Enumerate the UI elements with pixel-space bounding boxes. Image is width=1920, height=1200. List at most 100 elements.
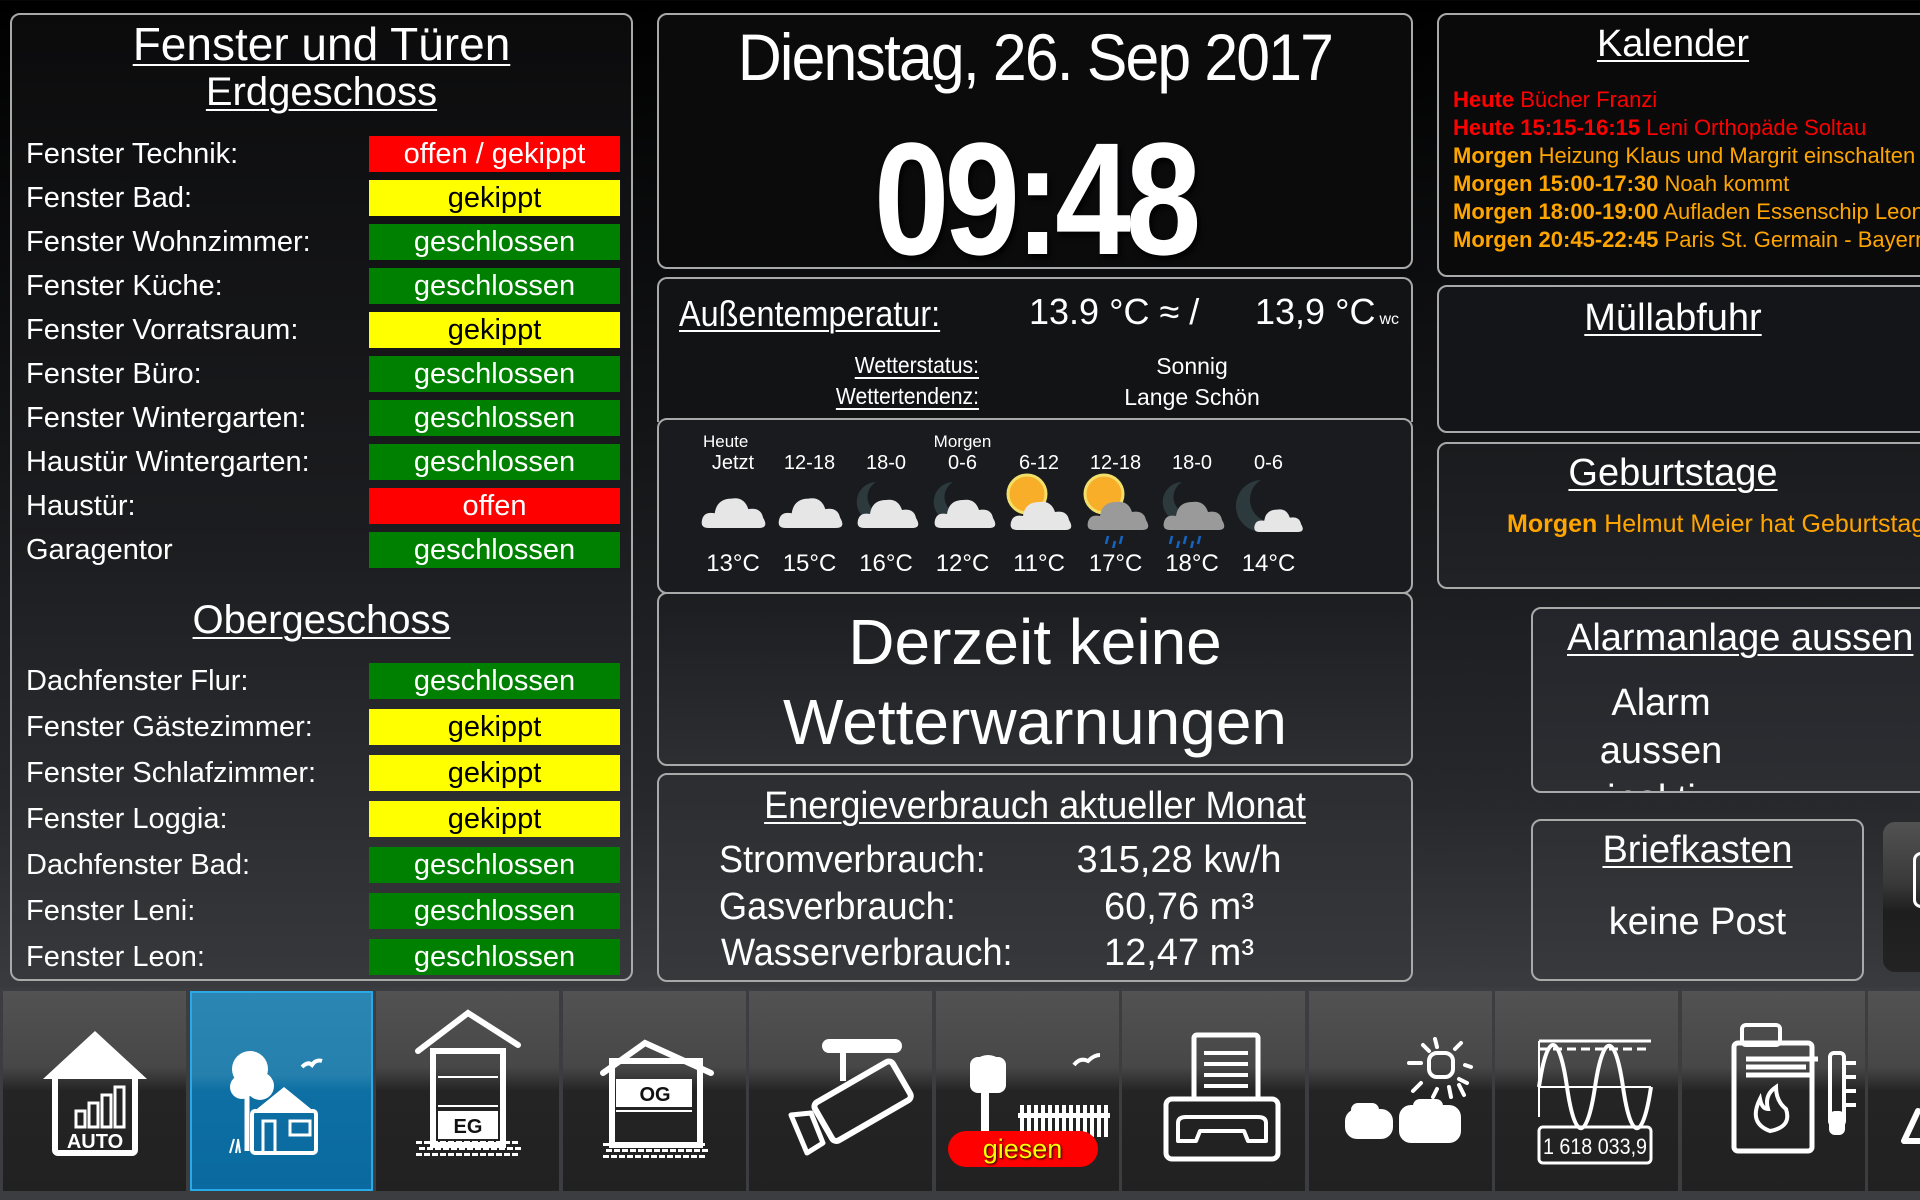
forecast-item: Heute Jetzt 13°C [695,420,771,590]
calendar-entry[interactable]: Morgen 18:00-19:00 Aufladen Essenschip L… [1453,199,1920,225]
ground-floor-heading: Erdgeschoss [205,70,438,114]
toolbar-button-weather[interactable] [1308,991,1492,1191]
window-status-badge: geschlossen [369,847,620,883]
birthday-text: Helmut Meier hat Geburtstag [1604,510,1920,538]
forecast-item: 18-0 18°C [1154,420,1230,590]
window-status-badge: gekippt [369,801,620,837]
weather-warning-panel: Derzeit keine Wetterwarnungen [657,592,1413,766]
sun-rain-cloud-icon [1078,472,1154,550]
forecast-day: Heute [703,432,749,451]
calendar-entry-when: Morgen 20:45-22:45 [1453,227,1659,252]
birthdays-panel: Geburtstage Morgen Helmut Meier hat Gebu… [1437,442,1920,589]
warning-line-1: Derzeit keine [848,606,1222,678]
window-label: Fenster Küche: [26,270,223,302]
weather-status-value: Sonnig [1156,353,1228,379]
window-status-badge: geschlossen [369,893,620,929]
toolbar-button-warning[interactable] [1868,991,1920,1191]
windchill-value: 13,9 °C [1255,291,1376,332]
gas-value: 60,76 m³ [1104,886,1254,928]
calendar-entry-when: Morgen [1453,143,1533,168]
toolbar-button-ground-floor[interactable]: EG [376,991,559,1191]
calendar-entry-when: Morgen 15:00-17:30 [1453,171,1659,196]
calendar-entry-when: Heute 15:15-16:15 [1453,115,1641,140]
calendar-title: Kalender [1596,23,1750,65]
forecast-temp: 16°C [859,550,913,577]
side-action-button[interactable] [1883,822,1920,972]
windows-doors-panel: Fenster und Türen Erdgeschoss Fenster Te… [10,13,633,981]
calendar-entry-text: Bücher Franzi [1520,87,1658,112]
outdoor-temperature-panel: Außentemperatur: 13.9 °C ≈ / 13,9 °C wc W… [657,277,1413,422]
window-row: Fenster Wohnzimmer: geschlossen [12,224,631,260]
sun-cloud-icon [1001,472,1077,548]
window-label: Fenster Schlafzimmer: [26,757,317,789]
calendar-entry-text: Paris St. Germain - Bayern [1664,227,1920,252]
cloud-icon [695,472,771,548]
window-label: Haustür Wintergarten: [26,446,310,478]
window-status-badge: offen / gekippt [369,136,620,172]
birthday-when: Morgen [1507,510,1598,538]
toolbar-button-heating[interactable] [1681,991,1865,1191]
current-time: 09:48 [873,109,1201,269]
forecast-temp: 17°C [1088,550,1143,577]
window-status-badge: geschlossen [369,663,620,699]
calendar-entry-text: Noah kommt [1664,171,1790,196]
window-label: Fenster Leon: [26,941,205,973]
energy-consumption-panel: Energieverbrauch aktueller Monat Stromve… [657,773,1413,982]
weather-forecast-panel[interactable]: Heute Jetzt 13°C 12-18 15°C 18-0 16°C Morgen 0-6… [657,418,1413,594]
eg-label: EG [454,1116,483,1138]
alarm-status: Alarm aussen inaktiv [1533,679,1871,791]
window-row: Fenster Büro: geschlossen [12,356,631,392]
window-label: Fenster Gästezimmer: [26,711,313,743]
alarm-title: Alarmanlage aussen [1567,617,1914,659]
gas-label: Gasverbrauch: [719,886,956,928]
toolbar-button-fax-phone[interactable] [1122,991,1305,1191]
forecast-temp: 11°C [1013,550,1065,577]
mailbox-status: keine Post [1608,901,1787,943]
window-label: Fenster Wintergarten: [26,402,307,434]
calendar-entry[interactable]: Heute 15:15-16:15 Leni Orthopäde Soltau [1453,115,1866,141]
calendar-entry-when: Morgen 18:00-19:00 [1453,199,1659,224]
window-row: Haustür Wintergarten: geschlossen [12,444,631,480]
forecast-item: 0-6 14°C [1231,420,1307,590]
warning-line-2: Wetterwarnungen [783,686,1287,758]
upper-floor-heading: Obergeschoss [192,598,451,642]
moon-cloud-icon [925,472,1001,548]
window-row: Fenster Vorratsraum: gekippt [12,312,631,348]
toolbar-button-upper-floor[interactable]: OG [562,991,746,1191]
window-status-badge: geschlossen [369,532,620,568]
window-label: Fenster Vorratsraum: [26,314,299,346]
navigation-toolbar: AUTO EG OG giesen 1 618 033,9 [0,988,1920,1200]
water-label: Wasserverbrauch: [721,932,1013,974]
button-glyph-icon [1913,852,1920,908]
auto-label: AUTO [67,1131,123,1153]
toolbar-button-camera[interactable] [749,991,932,1191]
birthday-entry: Morgen Helmut Meier hat Geburtstag [1507,510,1920,539]
water-value: 12,47 m³ [1104,932,1254,974]
outdoor-alarm-panel[interactable]: Alarmanlage aussen Alarm aussen inaktiv [1531,607,1920,793]
outdoor-temperature-label: Außentemperatur: [679,293,941,334]
window-row: Fenster Leni: geschlossen [12,893,631,929]
forecast-item: Morgen 0-6 12°C [925,420,1001,590]
window-row: Fenster Loggia: gekippt [12,801,631,837]
weather-trend-value: Lange Schön [1124,384,1260,410]
calendar-entry[interactable]: Morgen 20:45-22:45 Paris St. Germain - B… [1453,227,1920,253]
cloud-icon [772,472,848,548]
calendar-entry-text: Aufladen Essenschip Leon [1663,199,1920,224]
window-row: Fenster Bad: gekippt [12,180,631,216]
window-status-badge: geschlossen [369,400,620,436]
calendar-entry-text: Heizung Klaus und Margrit einschalten [1538,143,1916,168]
toolbar-button-auto-house[interactable]: AUTO [3,991,186,1191]
weather-warning-text: Derzeit keine Wetterwarnungen [659,602,1411,762]
toolbar-button-garden[interactable]: giesen [935,991,1119,1191]
calendar-entry[interactable]: Heute Bücher Franzi [1453,87,1657,113]
calendar-entry[interactable]: Morgen 15:00-17:30 Noah kommt [1453,171,1789,197]
calendar-entry-when: Heute [1453,87,1515,112]
forecast-item: 18-0 16°C [848,420,924,590]
window-label: Fenster Loggia: [26,803,228,835]
window-status-badge: geschlossen [369,268,620,304]
calendar-panel[interactable]: Kalender Heute Bücher Franzi Heute 15:15-… [1437,13,1920,277]
calendar-entry[interactable]: Morgen Heizung Klaus und Margrit einscha… [1453,143,1915,169]
birthdays-title: Geburtstage [1568,452,1778,494]
toolbar-button-outdoor[interactable] [189,991,373,1191]
toolbar-button-power-meter[interactable]: 1 618 033,9 [1495,991,1678,1191]
